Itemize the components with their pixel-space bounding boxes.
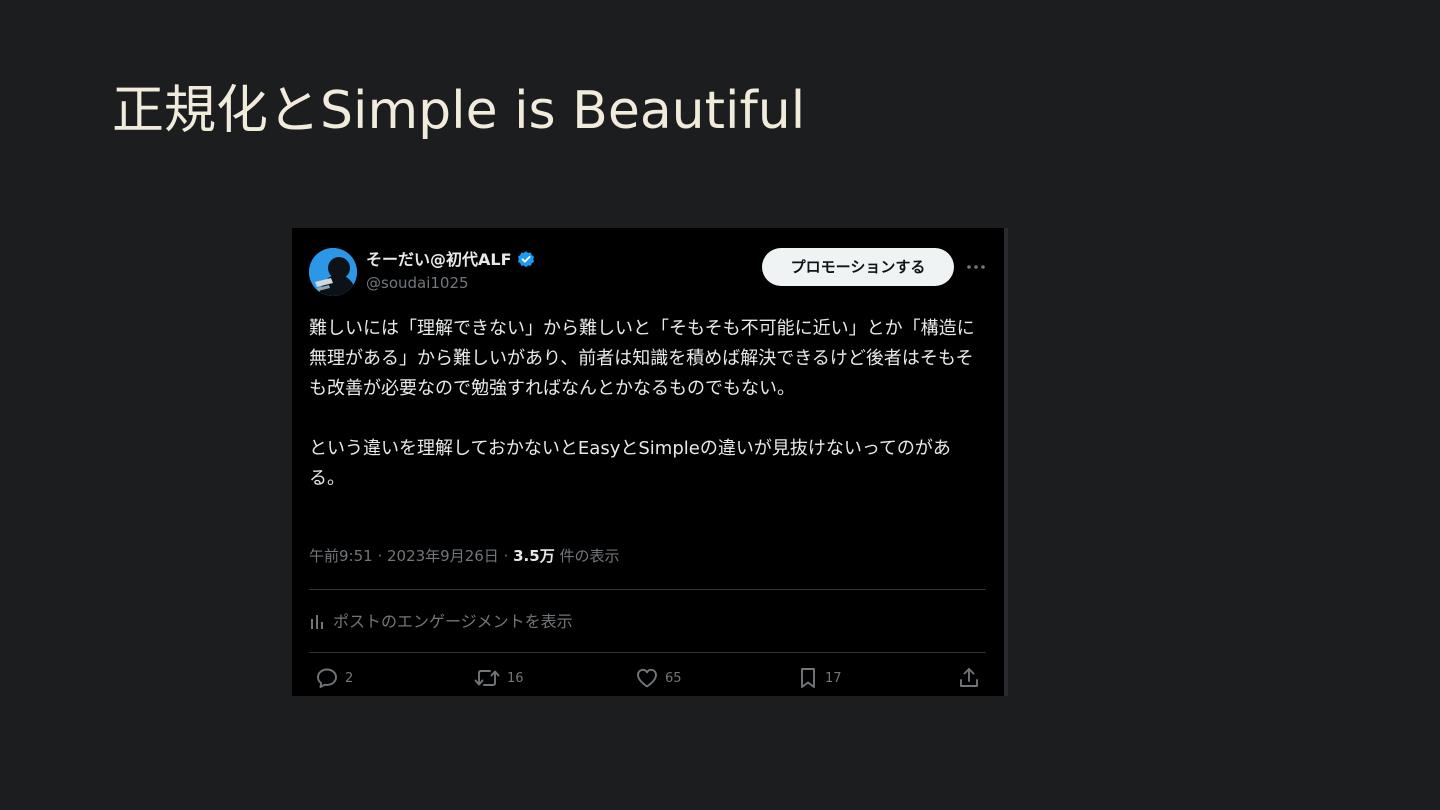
divider <box>309 652 986 653</box>
like-button[interactable]: 65 <box>635 666 682 690</box>
author-display-name-row[interactable]: そーだい@初代ALF <box>366 248 536 272</box>
tweet-time[interactable]: 午前9:51 <box>309 547 373 565</box>
divider <box>309 589 986 590</box>
view-engagement-label: ポストのエンゲージメントを表示 <box>333 612 573 631</box>
avatar[interactable] <box>309 248 357 296</box>
repost-button[interactable]: 16 <box>473 666 524 690</box>
analytics-icon <box>311 615 323 629</box>
tweet-text-paragraph-1: 難しいには「理解できない」から難しいと「そもそも不可能に近い」とか「構造に無理が… <box>309 318 975 399</box>
author-handle[interactable]: @soudai1025 <box>366 273 469 293</box>
reply-icon <box>317 668 337 688</box>
meta-separator: · <box>372 547 387 565</box>
like-icon <box>637 668 657 688</box>
tweet-actions-bar: 2 16 65 17 <box>309 666 986 696</box>
views-count: 3.5万 <box>513 547 555 565</box>
more-horizontal-icon <box>967 265 985 269</box>
bookmark-icon <box>801 668 815 688</box>
tweet-date[interactable]: 2023年9月26日 <box>387 547 499 565</box>
bookmark-count: 17 <box>825 670 842 686</box>
tweet-text-paragraph-2: という違いを理解しておかないとEasyとSimpleの違いが見抜けないってのがあ… <box>309 438 951 489</box>
tweet-meta: 午前9:51 · 2023年9月26日 · 3.5万 件の表示 <box>309 545 619 567</box>
share-button[interactable] <box>957 666 981 690</box>
repost-count: 16 <box>507 670 524 686</box>
views-label: 件の表示 <box>554 547 620 565</box>
slide-title: 正規化とSimple is Beautiful <box>112 81 806 141</box>
like-count: 65 <box>665 670 682 686</box>
promote-button[interactable]: プロモーションする <box>762 248 954 286</box>
repost-icon <box>474 670 500 686</box>
author-display-name[interactable]: そーだい@初代ALF <box>366 248 512 272</box>
bookmark-button[interactable]: 17 <box>797 666 842 690</box>
view-engagement-link[interactable]: ポストのエンゲージメントを表示 <box>309 610 573 634</box>
meta-separator: · <box>498 547 514 565</box>
reply-count: 2 <box>345 670 354 686</box>
reply-button[interactable]: 2 <box>315 666 353 690</box>
share-icon <box>960 668 978 687</box>
tweet-card: そーだい@初代ALF @soudai1025 プロモーションする 難しいには「理… <box>292 228 1008 696</box>
tweet-text: 難しいには「理解できない」から難しいと「そもそも不可能に近い」とか「構造に無理が… <box>309 314 985 494</box>
verified-badge-icon <box>516 250 536 270</box>
more-options-button[interactable] <box>962 254 990 280</box>
